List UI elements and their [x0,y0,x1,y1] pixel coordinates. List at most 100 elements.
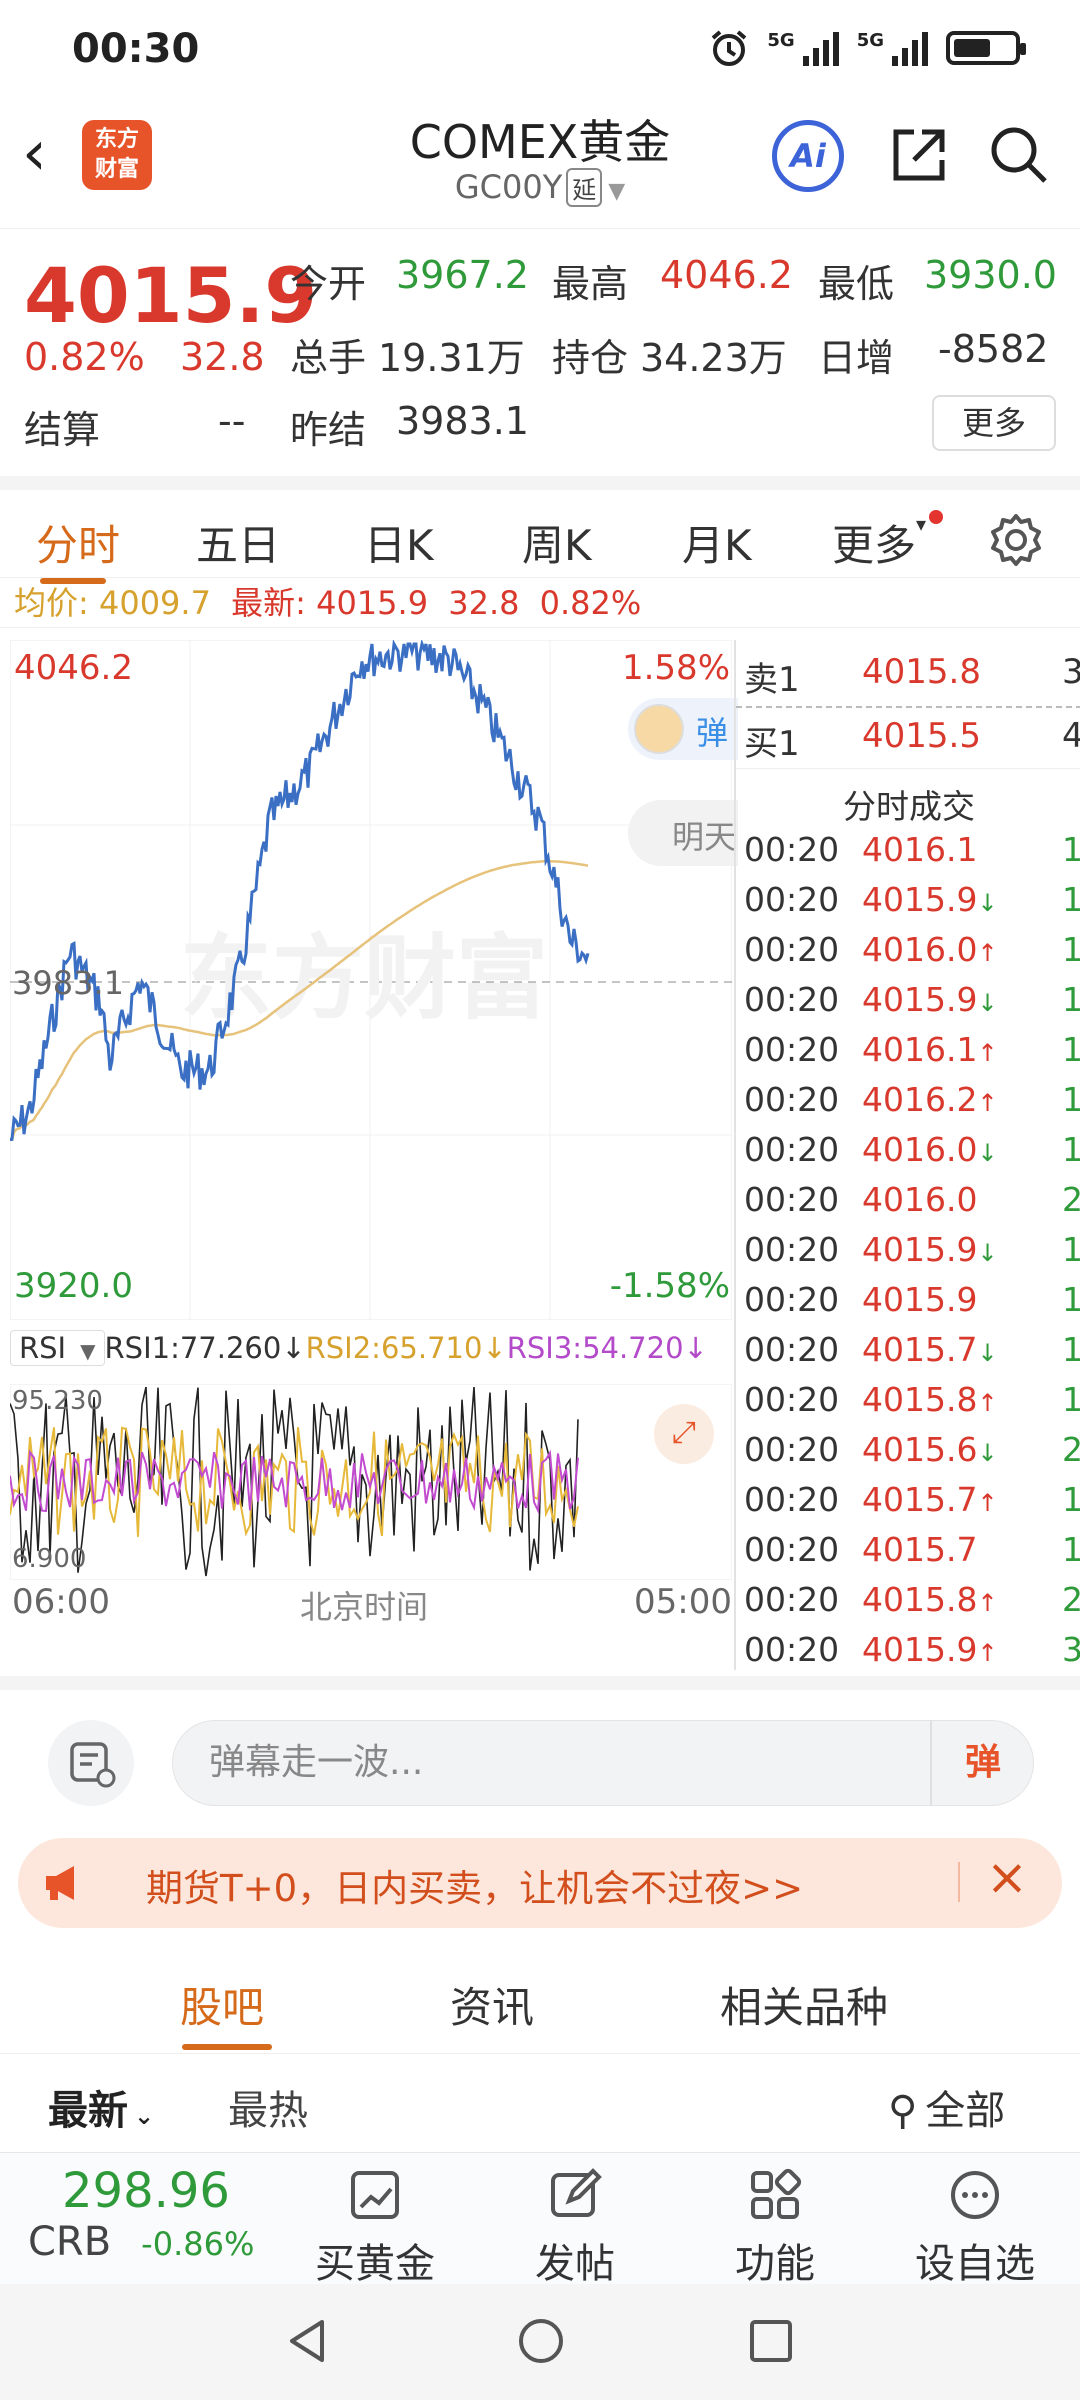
nav-home-icon[interactable] [516,2316,566,2366]
trade-row: 00:20 4015.9↑ 3 [744,1630,1080,1680]
sort-hot-button[interactable]: 最热 [228,2078,308,2136]
tab-more[interactable]: 更多▾ [832,512,926,573]
post-button[interactable]: 发帖 [500,2167,650,2289]
bottom-toolbar: 298.96 CRB -0.86% 买黄金 发帖 功能 设自选 [0,2152,1080,2287]
trade-time: 00:20 [744,880,840,919]
tab-news[interactable]: 资讯 [450,1974,534,2035]
trade-price: 4016.0↑ [862,930,998,969]
contract-code: GC00Y [454,168,563,206]
trade-volume: 1 [1062,1480,1080,1519]
community-tabs: 股吧 资讯 相关品种 [0,1944,1080,2054]
intraday-info-line: 均价: 4009.7 最新: 4015.9 32.8 0.82% [0,578,1080,628]
trade-row: 00:20 4016.0 2 [744,1180,1080,1230]
latest-label: 最新: [231,584,306,622]
trade-row: 00:20 4015.8↑ 1 [744,1380,1080,1430]
high-label: 最高 [552,262,629,306]
rsi-selector[interactable]: RSI ▼ [10,1330,105,1366]
ai-button[interactable]: Ai [772,120,844,192]
trade-price: 4016.0↓ [862,1130,998,1169]
promo-banner[interactable]: 期货T+0，日内买卖，让机会不过夜>> × [18,1838,1062,1928]
megaphone-icon [46,1866,74,1900]
rsi2-value: RSI2:65.710↓ [305,1331,507,1365]
crb-pct: -0.86% [141,2225,255,2263]
rsi-chart-svg [10,1384,732,1580]
nav-recent-icon[interactable] [746,2316,796,2366]
tab-daily-k[interactable]: 日K [364,512,434,573]
trade-price-value: 4015.9 [862,1280,978,1319]
trade-price-value: 4016.1 [862,1030,978,1069]
trade-volume: 1 [1062,1330,1080,1369]
settings-gear-icon[interactable] [988,512,1044,568]
rsi3-value: RSI3:54.720↓ [506,1331,708,1365]
trade-direction-arrow: ↓ [977,989,998,1017]
trade-price: 4015.9↓ [862,980,998,1019]
alarm-icon [712,30,747,66]
tab-guba[interactable]: 股吧 [180,1974,264,2035]
change-percent: 0.82% [24,335,145,379]
share-icon[interactable] [886,122,952,188]
search-icon[interactable] [986,122,1052,188]
trade-direction-arrow: ↓ [977,1239,998,1267]
rsi1-value: RSI1:77.260↓ [104,1331,306,1365]
tab-monthly-k[interactable]: 月K [682,512,752,573]
promo-separator [958,1862,960,1902]
crb-row: CRB -0.86% [28,2219,288,2265]
trade-time: 00:20 [744,1330,840,1369]
trade-price: 4015.9↑ [862,1630,998,1669]
status-icons: 5G 5G [709,28,1026,68]
danmaku-settings-icon[interactable] [48,1720,134,1806]
more-quote-button[interactable]: 更多 [932,395,1056,451]
buy-1-vol: 4 [1062,716,1080,756]
more-circle-icon [951,2171,999,2219]
tab-five-day[interactable]: 五日 [196,512,280,573]
nav-back-icon[interactable] [282,2316,332,2366]
trade-row: 00:20 4015.7 1 [744,1530,1080,1580]
trade-price: 4016.1 [862,830,977,869]
crb-index[interactable]: 298.96 CRB -0.86% [28,2163,288,2265]
trade-time: 00:20 [744,1480,840,1519]
y-ref-label: 3983.1 [12,964,124,1002]
close-icon[interactable]: × [986,1848,1028,1906]
filter-row: 最新 ⌄ 最热 ⚲ 全部 [0,2056,1080,2152]
promo-text: 期货T+0，日内买卖，让机会不过夜>> [146,1867,804,1910]
tab-intraday[interactable]: 分时 [36,512,120,573]
trade-price-value: 4016.0 [862,1180,978,1219]
crb-label: CRB [28,2219,112,2265]
intraday-chart[interactable]: 东方财富 4046.2 1.58% 3983.1 3920.0 -1.58% 弹… [9,638,738,1321]
trade-direction-arrow: ↓ [977,1439,998,1467]
latest-change: 32.8 [448,584,520,622]
buy-gold-button[interactable]: 买黄金 [300,2167,450,2289]
volume-value: 19.31万 [378,336,525,380]
trade-price-value: 4015.7 [862,1330,978,1369]
orderbook-divider [736,706,1080,708]
danmaku-send-button[interactable]: 弹 [930,1720,1034,1806]
trade-price: 4015.8↑ [862,1380,998,1419]
sort-latest-label: 最新 [48,2088,128,2134]
functions-button[interactable]: 功能 [700,2167,850,2289]
buy-gold-label: 买黄金 [315,2241,435,2287]
danmaku-bubble[interactable]: 弹 [628,698,738,760]
trade-volume: 3 [1062,1630,1080,1669]
y-min-label: 3920.0 [14,1266,133,1306]
danmaku-input[interactable]: 弹幕走一波... [172,1720,1034,1806]
trade-time: 00:20 [744,1380,840,1419]
trade-time: 00:20 [744,1280,840,1319]
trade-price-value: 4016.0 [862,930,978,969]
pct-max-label: 1.58% [621,648,730,688]
trade-row: 00:20 4015.9 1 [744,1280,1080,1330]
expand-icon[interactable]: ⤢ [654,1404,714,1464]
add-watchlist-button[interactable]: 设自选 [900,2167,1050,2289]
sort-latest-button[interactable]: 最新 ⌄ [48,2078,154,2136]
pct-min-label: -1.58% [609,1266,730,1306]
rsi-panel[interactable]: RSI ▼ RSI1:77.260↓RSI2:65.710↓RSI3:54.720↓… [10,1330,732,1630]
tab-related[interactable]: 相关品种 [720,1974,888,2035]
trade-price-value: 4015.9 [862,880,978,919]
trade-time: 00:20 [744,1430,840,1469]
trades-title: 分时成交 [843,787,975,826]
trade-direction-arrow: ↑ [977,1639,998,1667]
trade-price: 4015.8↑ [862,1580,998,1619]
filter-all-button[interactable]: ⚲ 全部 [888,2078,1005,2136]
trade-price: 4015.7↓ [862,1330,998,1369]
tab-weekly-k[interactable]: 周K [522,512,592,573]
trade-volume: 1 [1062,980,1080,1019]
